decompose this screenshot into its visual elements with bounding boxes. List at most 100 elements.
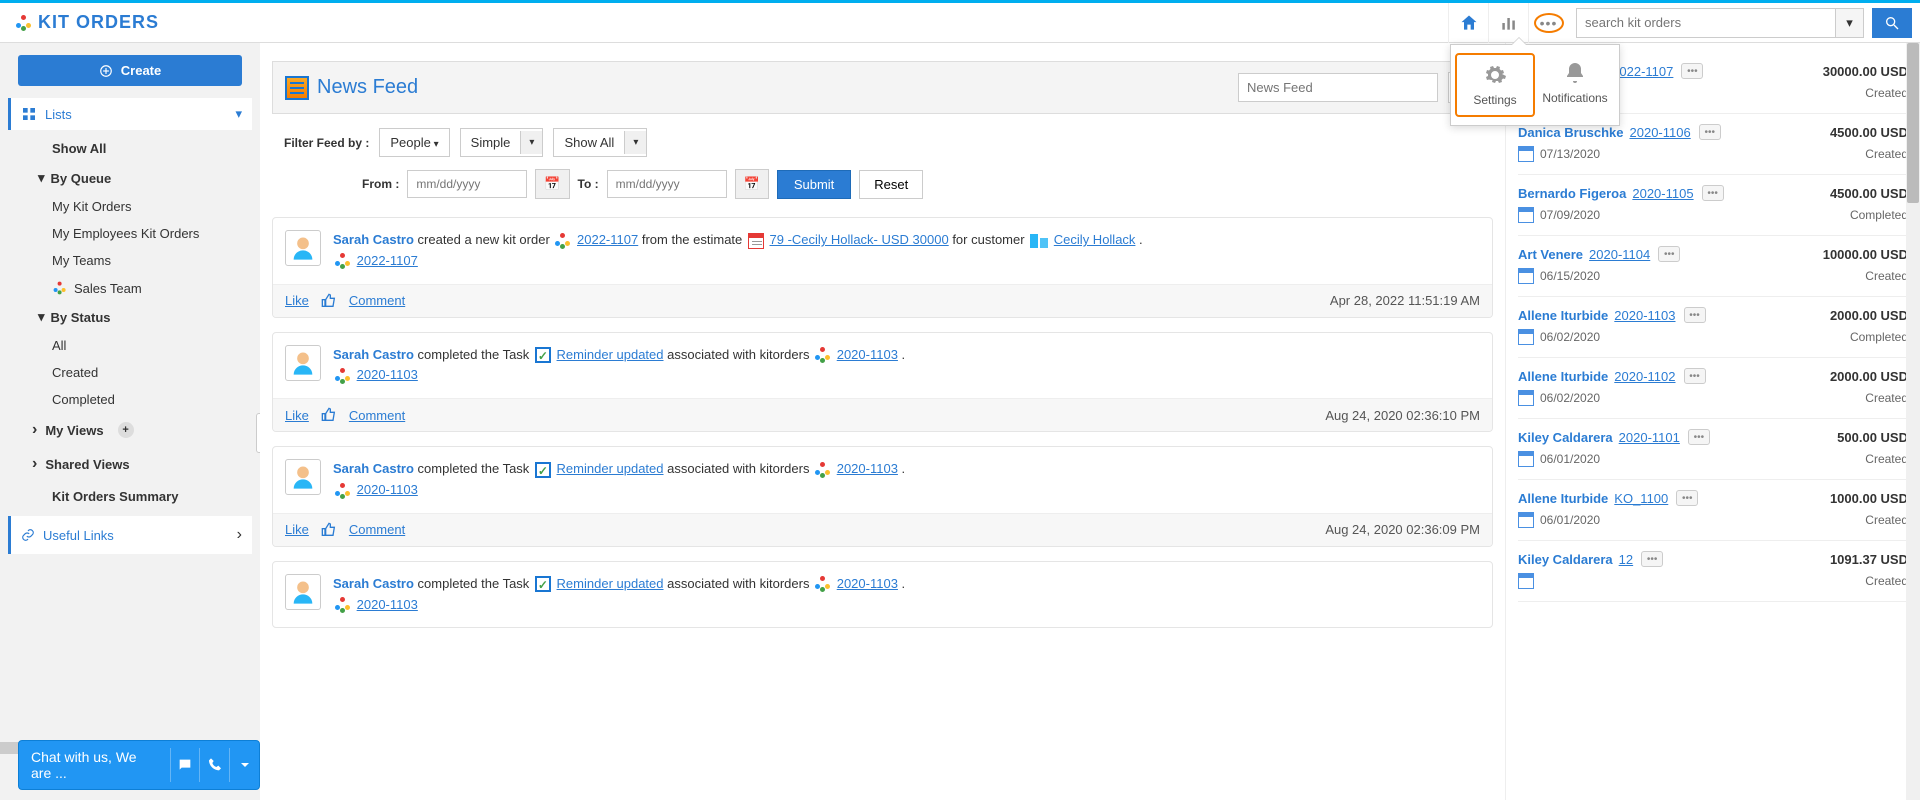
search-input[interactable] xyxy=(1576,8,1836,38)
chevron-down-icon xyxy=(38,309,45,325)
nav-created[interactable]: Created xyxy=(8,359,252,386)
order-link[interactable]: 2020-1104 xyxy=(1589,247,1650,262)
page-scrollbar[interactable] xyxy=(1906,43,1920,800)
customer-name[interactable]: Kiley Caldarera xyxy=(1518,430,1613,445)
order-sub-link[interactable]: 2020-1103 xyxy=(357,482,418,497)
order-link[interactable]: 2020-1101 xyxy=(1619,430,1680,445)
order-sub-link[interactable]: 2020-1103 xyxy=(357,367,418,382)
nav-by-status[interactable]: By Status xyxy=(8,302,252,332)
create-button[interactable]: Create xyxy=(18,55,242,86)
filter-people[interactable]: People xyxy=(379,128,449,157)
order-link[interactable]: 2020-1103 xyxy=(837,347,898,362)
chat-collapse-icon[interactable] xyxy=(229,748,259,782)
app-header: KIT ORDERS ••• xyxy=(0,3,1920,43)
nav-summary[interactable]: Kit Orders Summary xyxy=(8,481,252,512)
item-menu[interactable]: ••• xyxy=(1658,246,1680,262)
order-link[interactable]: 2020-1105 xyxy=(1632,186,1693,201)
chat-text[interactable]: Chat with us, We are ... xyxy=(19,741,170,789)
calendar-icon[interactable]: 📅 xyxy=(535,169,569,199)
like-link[interactable]: Like xyxy=(285,522,309,537)
thumb-icon[interactable] xyxy=(321,407,337,423)
estimate-link[interactable]: 79 -Cecily Hollack- USD 30000 xyxy=(770,232,949,247)
nav-all[interactable]: All xyxy=(8,332,252,359)
order-link[interactable]: 2022-1107 xyxy=(1612,64,1673,79)
settings-menu-item[interactable]: Settings xyxy=(1455,53,1535,117)
order-link[interactable]: 12 xyxy=(1619,552,1633,567)
search-dropdown[interactable] xyxy=(1836,8,1864,38)
like-link[interactable]: Like xyxy=(285,408,309,423)
order-sub-link[interactable]: 2022-1107 xyxy=(357,253,418,268)
add-view-icon[interactable]: + xyxy=(118,422,134,438)
item-menu[interactable]: ••• xyxy=(1688,429,1710,445)
calendar-icon[interactable]: 📅 xyxy=(735,169,769,199)
customer-link[interactable]: Cecily Hollack xyxy=(1054,232,1136,247)
more-menu-icon[interactable]: ••• xyxy=(1528,3,1568,43)
reset-button[interactable]: Reset xyxy=(859,170,923,199)
user-link[interactable]: Sarah Castro xyxy=(333,347,414,362)
nav-my-emp-kit-orders[interactable]: My Employees Kit Orders xyxy=(8,220,252,247)
order-link[interactable]: 2020-1103 xyxy=(837,576,898,591)
user-link[interactable]: Sarah Castro xyxy=(333,576,414,591)
nav-my-views[interactable]: My Views + xyxy=(8,413,252,447)
from-date-input[interactable] xyxy=(407,170,527,198)
customer-name[interactable]: Kiley Caldarera xyxy=(1518,552,1613,567)
thumb-icon[interactable] xyxy=(321,522,337,538)
user-link[interactable]: Sarah Castro xyxy=(333,232,414,247)
thumb-icon[interactable] xyxy=(321,293,337,309)
nav-completed[interactable]: Completed xyxy=(8,386,252,413)
chat-phone-icon[interactable] xyxy=(199,748,229,782)
item-menu[interactable]: ••• xyxy=(1684,307,1706,323)
comment-link[interactable]: Comment xyxy=(349,293,405,308)
calendar-icon xyxy=(1518,268,1534,284)
task-link[interactable]: Reminder updated xyxy=(557,347,664,362)
nav-useful-links[interactable]: Useful Links xyxy=(8,516,252,554)
task-link[interactable]: Reminder updated xyxy=(557,461,664,476)
order-link[interactable]: KO_1100 xyxy=(1614,491,1668,506)
order-link[interactable]: 2020-1102 xyxy=(1614,369,1675,384)
customer-name[interactable]: Art Venere xyxy=(1518,247,1583,262)
list-item: Allene Iturbide 2020-1103 ••• 2000.00 US… xyxy=(1518,297,1908,358)
item-menu[interactable]: ••• xyxy=(1641,551,1663,567)
item-menu[interactable]: ••• xyxy=(1684,368,1706,384)
nav-shared-views[interactable]: Shared Views xyxy=(8,447,252,481)
list-item: Bernardo Figeroa 2020-1105 ••• 4500.00 U… xyxy=(1518,175,1908,236)
nav-my-teams[interactable]: My Teams xyxy=(8,247,252,274)
customer-name[interactable]: Danica Bruschke xyxy=(1518,125,1624,140)
item-menu[interactable]: ••• xyxy=(1681,63,1703,79)
item-menu[interactable]: ••• xyxy=(1676,490,1698,506)
order-link[interactable]: 2020-1103 xyxy=(1614,308,1675,323)
order-link[interactable]: 2020-1106 xyxy=(1630,125,1691,140)
customer-name[interactable]: Bernardo Figeroa xyxy=(1518,186,1626,201)
chevron-right-icon xyxy=(32,455,37,473)
order-link[interactable]: 2020-1103 xyxy=(837,461,898,476)
nav-by-queue[interactable]: By Queue xyxy=(8,163,252,193)
user-link[interactable]: Sarah Castro xyxy=(333,461,414,476)
item-menu[interactable]: ••• xyxy=(1699,124,1721,140)
search-button[interactable] xyxy=(1872,8,1912,38)
avatar xyxy=(285,230,321,266)
like-link[interactable]: Like xyxy=(285,293,309,308)
chevron-down-icon xyxy=(38,170,45,186)
comment-link[interactable]: Comment xyxy=(349,408,405,423)
chat-message-icon[interactable] xyxy=(170,748,200,782)
calendar-icon xyxy=(1518,207,1534,223)
filter-simple[interactable]: Simple▾ xyxy=(460,128,544,157)
order-sub-link[interactable]: 2020-1103 xyxy=(357,597,418,612)
nav-show-all[interactable]: Show All xyxy=(8,134,252,163)
nav-sales-team[interactable]: Sales Team xyxy=(8,274,252,302)
customer-name[interactable]: Allene Iturbide xyxy=(1518,491,1608,506)
notifications-menu-item[interactable]: Notifications xyxy=(1535,53,1615,117)
nav-my-kit-orders[interactable]: My Kit Orders xyxy=(8,193,252,220)
nav-lists[interactable]: Lists xyxy=(8,98,252,130)
feed-search-input[interactable] xyxy=(1238,73,1438,102)
order-link[interactable]: 2022-1107 xyxy=(577,232,638,247)
item-menu[interactable]: ••• xyxy=(1702,185,1724,201)
home-icon[interactable] xyxy=(1448,3,1488,43)
to-date-input[interactable] xyxy=(607,170,727,198)
filter-show-all[interactable]: Show All▾ xyxy=(553,128,647,157)
task-link[interactable]: Reminder updated xyxy=(557,576,664,591)
customer-name[interactable]: Allene Iturbide xyxy=(1518,369,1608,384)
customer-name[interactable]: Allene Iturbide xyxy=(1518,308,1608,323)
submit-button[interactable]: Submit xyxy=(777,170,851,199)
comment-link[interactable]: Comment xyxy=(349,522,405,537)
